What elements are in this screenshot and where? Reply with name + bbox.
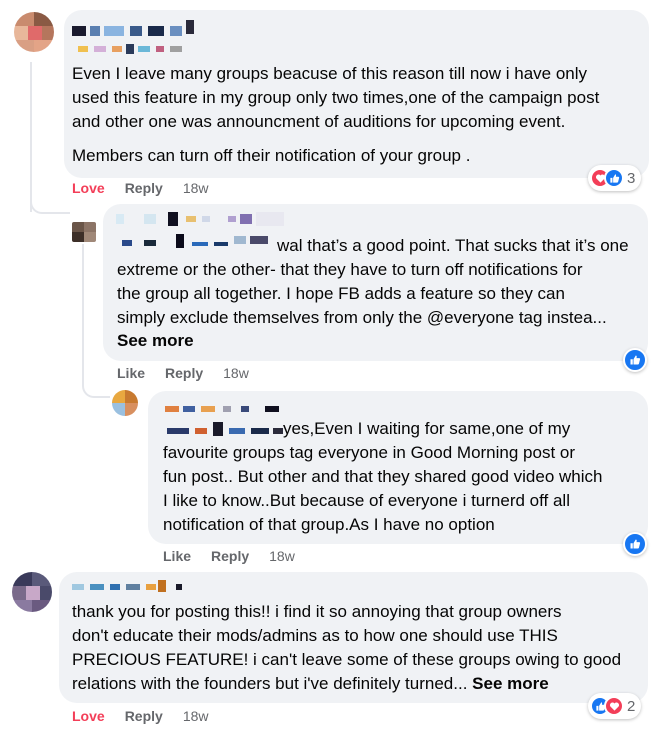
- like-button[interactable]: Like: [163, 548, 191, 564]
- author-name-blurred[interactable]: [72, 20, 222, 56]
- comment-paragraph: Even I leave many groups beacuse of this…: [72, 64, 600, 131]
- thread-connector: [30, 196, 70, 214]
- like-icon[interactable]: [623, 348, 647, 372]
- comment-text: Even I leave many groups beacuse of this…: [72, 62, 642, 168]
- reaction-count: 2: [627, 697, 636, 715]
- see-more-link[interactable]: See more: [472, 674, 549, 693]
- like-icon[interactable]: [623, 532, 647, 556]
- comment-paragraph: thank you for posting this!! i find it s…: [72, 600, 642, 696]
- thread-line: [82, 244, 84, 384]
- comment-paragraph: Members can turn off their notification …: [72, 146, 471, 165]
- avatar[interactable]: [12, 572, 52, 612]
- reply-button[interactable]: Reply: [165, 365, 203, 381]
- comment-actions: Like Reply 18w: [163, 548, 295, 564]
- reply-button[interactable]: Reply: [125, 708, 163, 724]
- love-reaction-button[interactable]: Love: [72, 708, 105, 724]
- reactions-summary[interactable]: 3: [588, 165, 642, 191]
- comment-paragraph: wal that’s a good point. That sucks that…: [117, 234, 645, 330]
- avatar[interactable]: [14, 12, 54, 52]
- comment-body: yes,Even I waiting for same,one of my fa…: [163, 419, 603, 534]
- thread-connector: [82, 380, 110, 398]
- like-icon: [604, 168, 624, 188]
- comment-text: thank you for posting this!! i find it s…: [72, 600, 642, 696]
- author-name-blurred[interactable]: [72, 580, 192, 596]
- comment-actions: Love Reply 18w: [72, 180, 209, 196]
- timestamp[interactable]: 18w: [223, 365, 249, 381]
- reply-button[interactable]: Reply: [211, 548, 249, 564]
- like-button[interactable]: Like: [117, 365, 145, 381]
- love-reaction-button[interactable]: Love: [72, 180, 105, 196]
- timestamp[interactable]: 18w: [183, 180, 209, 196]
- reaction-count: 3: [627, 169, 636, 187]
- comment-actions: Love Reply 18w: [72, 708, 209, 724]
- reactions-summary[interactable]: 2: [588, 693, 642, 719]
- reply-button[interactable]: Reply: [125, 180, 163, 196]
- comment-body: wal that’s a good point. That sucks that…: [117, 236, 629, 327]
- timestamp[interactable]: 18w: [269, 548, 295, 564]
- avatar[interactable]: [112, 390, 138, 416]
- see-more-link[interactable]: See more: [117, 329, 194, 353]
- comment-actions: Like Reply 18w: [117, 365, 249, 381]
- comment-text: wal that’s a good point. That sucks that…: [117, 234, 645, 330]
- thread-line: [30, 62, 32, 212]
- timestamp[interactable]: 18w: [183, 708, 209, 724]
- love-icon: [604, 696, 624, 716]
- comment-text: yes,Even I waiting for same,one of my fa…: [163, 417, 645, 537]
- avatar[interactable]: [72, 222, 96, 242]
- comment-paragraph: yes,Even I waiting for same,one of my fa…: [163, 417, 645, 537]
